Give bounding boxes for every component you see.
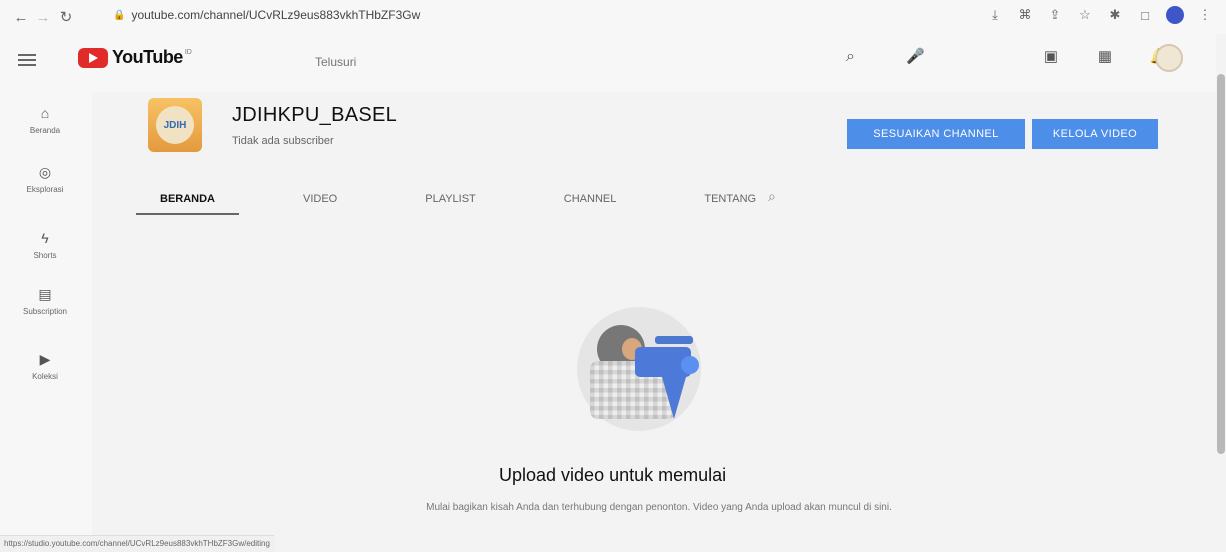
- microphone-icon[interactable]: 🎤: [906, 47, 925, 65]
- youtube-header: YouTube ID ⌕ 🎤 ▣ ▦ 🔔: [0, 34, 1226, 92]
- channel-search-icon[interactable]: ⌕: [768, 188, 776, 205]
- youtube-logo[interactable]: YouTube ID: [78, 47, 192, 68]
- sidebar-item-label: Subscription: [22, 307, 68, 316]
- menu-line: [18, 54, 36, 56]
- back-icon[interactable]: ←: [10, 6, 32, 28]
- explore-icon: ◎: [38, 164, 52, 180]
- sidebar: ⌂ Beranda ◎ Eksplorasi ϟ Shorts ▤ Subscr…: [0, 92, 92, 552]
- tab-playlist[interactable]: PLAYLIST: [401, 184, 500, 214]
- empty-state-description: Mulai bagikan kisah Anda dan terhubung d…: [426, 502, 892, 513]
- sidebar-item-shorts[interactable]: ϟ Shorts: [10, 229, 80, 260]
- sidebar-item-label: Eksplorasi: [26, 185, 64, 194]
- sidebar-item-eksplorasi[interactable]: ◎ Eksplorasi: [10, 163, 80, 194]
- browser-actions: ⤓ ⌘ ⇪ ☆ ✱ □ ⋮: [986, 6, 1214, 24]
- account-avatar[interactable]: [1155, 44, 1183, 72]
- illustration-camera-top: [655, 336, 693, 344]
- menu-line: [18, 59, 36, 61]
- region-label: ID: [184, 49, 192, 56]
- extensions-icon[interactable]: ✱: [1106, 6, 1124, 24]
- empty-state-title: Upload video untuk memulai: [499, 465, 727, 485]
- search-icon[interactable]: ⌕: [846, 48, 866, 68]
- browser-toolbar: ← → ↻ 🔒 youtube.com/channel/UCvRLz9eus88…: [0, 0, 1226, 34]
- more-icon[interactable]: ⋮: [1196, 6, 1214, 24]
- reload-icon[interactable]: ↻: [55, 6, 77, 28]
- lock-icon: 🔒: [113, 9, 126, 21]
- star-icon[interactable]: ☆: [1076, 6, 1094, 24]
- scrollbar-thumb[interactable]: [1217, 74, 1225, 454]
- sidebar-item-subscription[interactable]: ▤ Subscription: [10, 285, 80, 316]
- tab-video[interactable]: VIDEO: [279, 184, 361, 214]
- sidebar-item-label: Koleksi: [32, 372, 58, 381]
- tab-beranda[interactable]: BERANDA: [136, 184, 239, 215]
- address-bar[interactable]: 🔒 youtube.com/channel/UCvRLz9eus883vkhTH…: [113, 8, 420, 22]
- browser-profile-avatar[interactable]: [1166, 6, 1184, 24]
- channel-main: JDIH JDIHKPU_BASEL Tidak ada subscriber …: [92, 92, 1226, 552]
- sidepanel-icon[interactable]: □: [1136, 6, 1154, 24]
- illustration-camera-lens: [681, 356, 699, 374]
- channel-tabs: BERANDA VIDEO PLAYLIST CHANNEL TENTANG: [136, 184, 820, 215]
- sidebar-item-beranda[interactable]: ⌂ Beranda: [10, 104, 80, 135]
- home-icon: ⌂: [40, 105, 50, 121]
- channel-avatar: JDIH: [148, 98, 202, 152]
- search-input[interactable]: [313, 48, 837, 76]
- tab-channel[interactable]: CHANNEL: [540, 184, 641, 214]
- illustration-tripod: [662, 377, 686, 419]
- manage-videos-button[interactable]: KELOLA VIDEO: [1032, 119, 1158, 149]
- menu-icon[interactable]: [18, 54, 36, 66]
- sidebar-item-koleksi[interactable]: ▶ Koleksi: [10, 350, 80, 381]
- share-icon[interactable]: ⇪: [1046, 6, 1064, 24]
- subscriber-count: Tidak ada subscriber: [232, 135, 334, 147]
- link-status-bar: https://studio.youtube.com/channel/UCvRL…: [0, 535, 274, 552]
- tab-tentang[interactable]: TENTANG: [680, 184, 780, 214]
- header-actions: ▣ ▦ 🔔: [1041, 46, 1169, 66]
- youtube-wordmark: YouTube: [112, 47, 183, 67]
- page-scrollbar[interactable]: [1216, 34, 1226, 552]
- channel-name: JDIHKPU_BASEL: [232, 104, 398, 126]
- sidebar-item-label: Shorts: [33, 251, 57, 260]
- address-text: youtube.com/channel/UCvRLz9eus883vkhTHbZ…: [131, 8, 421, 22]
- forward-icon[interactable]: →: [32, 6, 54, 28]
- create-video-icon[interactable]: ▣: [1041, 46, 1061, 66]
- apps-grid-icon[interactable]: ▦: [1095, 46, 1115, 66]
- translate-icon[interactable]: ⌘: [1016, 6, 1034, 24]
- shorts-icon: ϟ: [41, 230, 49, 246]
- customize-channel-button[interactable]: SESUAIKAN CHANNEL: [847, 119, 1025, 149]
- channel-avatar-logo: JDIH: [156, 106, 194, 144]
- empty-state-illustration: [577, 307, 739, 431]
- youtube-play-icon: [78, 47, 108, 68]
- sidebar-item-label: Beranda: [29, 126, 61, 135]
- menu-line: [18, 64, 36, 66]
- subscriptions-icon: ▤: [38, 286, 52, 302]
- install-icon[interactable]: ⤓: [986, 6, 1004, 24]
- library-icon: ▶: [39, 351, 51, 367]
